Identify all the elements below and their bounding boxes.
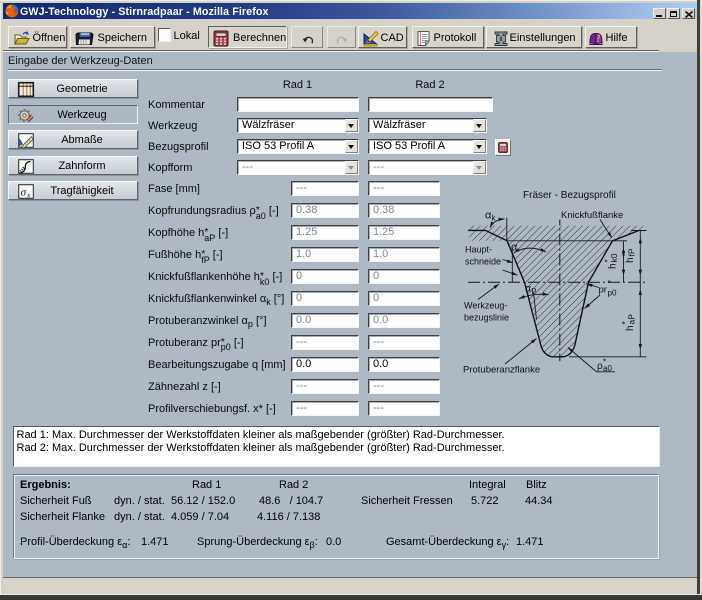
svg-text:fP: fP xyxy=(627,248,637,256)
svg-text:*: * xyxy=(608,279,611,288)
svg-text:Werkzeug-: Werkzeug- xyxy=(464,301,507,311)
svg-text:p0: p0 xyxy=(608,289,617,298)
svg-text:Haupt-: Haupt- xyxy=(465,245,492,255)
svg-text:α: α xyxy=(511,242,518,254)
svg-text:p: p xyxy=(532,285,537,295)
svg-text:h: h xyxy=(625,325,636,331)
svg-text:α: α xyxy=(525,283,531,295)
svg-text:h: h xyxy=(625,257,636,263)
svg-text:pr: pr xyxy=(599,285,607,296)
svg-text:aP: aP xyxy=(627,314,637,325)
svg-text:Fräser - Bezugsprofil: Fräser - Bezugsprofil xyxy=(523,190,616,201)
svg-text:bezugslinie: bezugslinie xyxy=(464,313,509,323)
svg-text:Protuberanzflanke: Protuberanzflanke xyxy=(463,365,540,376)
svg-text:schneide: schneide xyxy=(465,257,501,267)
svg-text:k0: k0 xyxy=(609,253,619,262)
svg-text:Knickfußflanke: Knickfußflanke xyxy=(561,210,623,221)
svg-text:h: h xyxy=(608,263,619,269)
